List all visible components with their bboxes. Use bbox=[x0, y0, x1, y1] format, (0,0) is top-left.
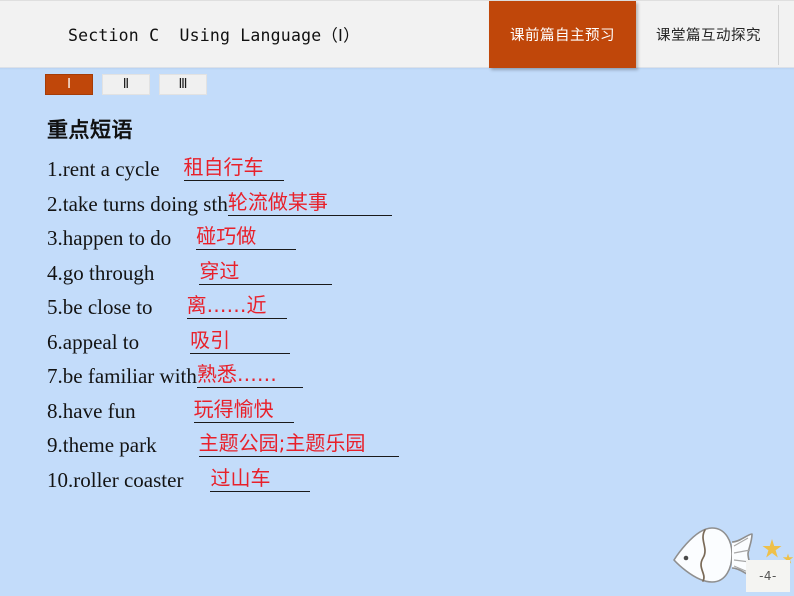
phrase-number: 3. bbox=[47, 226, 63, 250]
phrase-chinese-answer: 主题公园;主题乐园 bbox=[198, 431, 366, 455]
phrase-english: appeal to bbox=[62, 329, 140, 354]
list-item: 5. be close to 离……近 bbox=[47, 292, 747, 327]
phrase-english: roller coaster bbox=[73, 467, 184, 492]
phrase-chinese-answer: 玩得愉快 bbox=[193, 396, 274, 421]
slide-canvas: Section C Using Language（Ⅰ） 课前篇自主预习 课堂篇互… bbox=[0, 0, 794, 596]
phrase-answer-blank[interactable]: 租自行车 bbox=[183, 154, 284, 181]
phrase-english: take turns doing sth bbox=[62, 191, 228, 216]
phrase-answer-blank[interactable]: 碰巧做 bbox=[196, 223, 297, 250]
phrase-number: 6. bbox=[47, 329, 63, 354]
phrase-english: go through bbox=[62, 260, 155, 285]
phrase-answer-blank[interactable]: 过山车 bbox=[210, 465, 311, 492]
slide-header: Section C Using Language（Ⅰ） 课前篇自主预习 课堂篇互… bbox=[0, 0, 794, 68]
header-tab-label: 课堂篇互动探究 bbox=[656, 28, 761, 44]
phrase-chinese-answer: 离……近 bbox=[186, 293, 267, 317]
phrase-chinese-answer: 租自行车 bbox=[183, 155, 264, 179]
page-number: -4- bbox=[746, 560, 790, 592]
phrase-english: theme park bbox=[62, 433, 157, 457]
header-tab-label: 课前篇自主预习 bbox=[510, 28, 615, 44]
list-item: 7. be familiar with 熟悉…… bbox=[47, 361, 747, 396]
phrase-answer-blank[interactable]: 熟悉…… bbox=[196, 361, 303, 388]
numeral-tab-1[interactable]: Ⅰ bbox=[45, 74, 93, 95]
phrase-chinese-answer: 熟悉…… bbox=[196, 362, 277, 386]
numeral-tab-2[interactable]: Ⅱ bbox=[102, 74, 150, 95]
phrase-english: have fun bbox=[62, 398, 136, 423]
list-item: 9. theme park 主题公园;主题乐园 bbox=[47, 430, 747, 465]
phrase-answer-blank[interactable]: 轮流做某事 bbox=[227, 189, 392, 216]
numeral-tab-group: Ⅰ Ⅱ Ⅲ bbox=[45, 74, 207, 95]
header-divider bbox=[778, 5, 779, 65]
phrase-chinese-answer: 穿过 bbox=[199, 258, 240, 283]
list-item: 6. appeal to 吸引 bbox=[47, 327, 747, 362]
phrase-chinese-answer: 碰巧做 bbox=[196, 224, 257, 248]
phrase-english: be close to bbox=[62, 295, 153, 319]
phrase-number: 7. bbox=[47, 364, 63, 388]
header-shadow bbox=[0, 67, 794, 70]
list-item: 10. roller coaster 过山车 bbox=[47, 465, 747, 500]
list-item: 4. go through 穿过 bbox=[47, 258, 747, 293]
numeral-tab-label: Ⅰ bbox=[67, 77, 71, 92]
phrase-chinese-answer: 过山车 bbox=[210, 465, 271, 490]
numeral-tab-label: Ⅲ bbox=[178, 77, 188, 92]
phrase-english: happen to do bbox=[62, 226, 172, 250]
phrase-answer-blank[interactable]: 穿过 bbox=[199, 258, 333, 285]
phrase-number: 9. bbox=[47, 433, 63, 457]
numeral-tab-label: Ⅱ bbox=[122, 77, 130, 92]
phrase-number: 10. bbox=[47, 467, 74, 492]
phrase-chinese-answer: 吸引 bbox=[190, 327, 231, 352]
page-title: Section C Using Language（Ⅰ） bbox=[68, 26, 360, 45]
phrase-chinese-answer: 轮流做某事 bbox=[227, 189, 328, 214]
phrase-number: 4. bbox=[47, 260, 63, 285]
phrase-english: rent a cycle bbox=[62, 157, 160, 181]
section-heading: 重点短语 bbox=[47, 118, 133, 142]
header-tab-in-class-exploration[interactable]: 课堂篇互动探究 bbox=[639, 1, 778, 68]
phrase-list: 1. rent a cycle 租自行车 2. take turns doing… bbox=[47, 154, 747, 499]
phrase-answer-blank[interactable]: 主题公园;主题乐园 bbox=[198, 430, 399, 457]
phrase-english: be familiar with bbox=[62, 364, 197, 388]
phrase-answer-blank[interactable]: 吸引 bbox=[190, 327, 291, 354]
list-item: 2. take turns doing sth 轮流做某事 bbox=[47, 189, 747, 224]
phrase-answer-blank[interactable]: 玩得愉快 bbox=[193, 396, 294, 423]
header-tab-pre-class-preview[interactable]: 课前篇自主预习 bbox=[489, 1, 636, 68]
fish-icon bbox=[668, 520, 758, 590]
phrase-answer-blank[interactable]: 离……近 bbox=[186, 292, 287, 319]
list-item: 8. have fun 玩得愉快 bbox=[47, 396, 747, 431]
phrase-number: 8. bbox=[47, 398, 63, 423]
list-item: 3. happen to do 碰巧做 bbox=[47, 223, 747, 258]
phrase-number: 2. bbox=[47, 191, 63, 216]
page-number-label: -4- bbox=[759, 569, 777, 583]
phrase-number: 5. bbox=[47, 295, 63, 319]
star-icon bbox=[761, 538, 783, 560]
phrase-number: 1. bbox=[47, 157, 63, 181]
list-item: 1. rent a cycle 租自行车 bbox=[47, 154, 747, 189]
numeral-tab-3[interactable]: Ⅲ bbox=[159, 74, 207, 95]
